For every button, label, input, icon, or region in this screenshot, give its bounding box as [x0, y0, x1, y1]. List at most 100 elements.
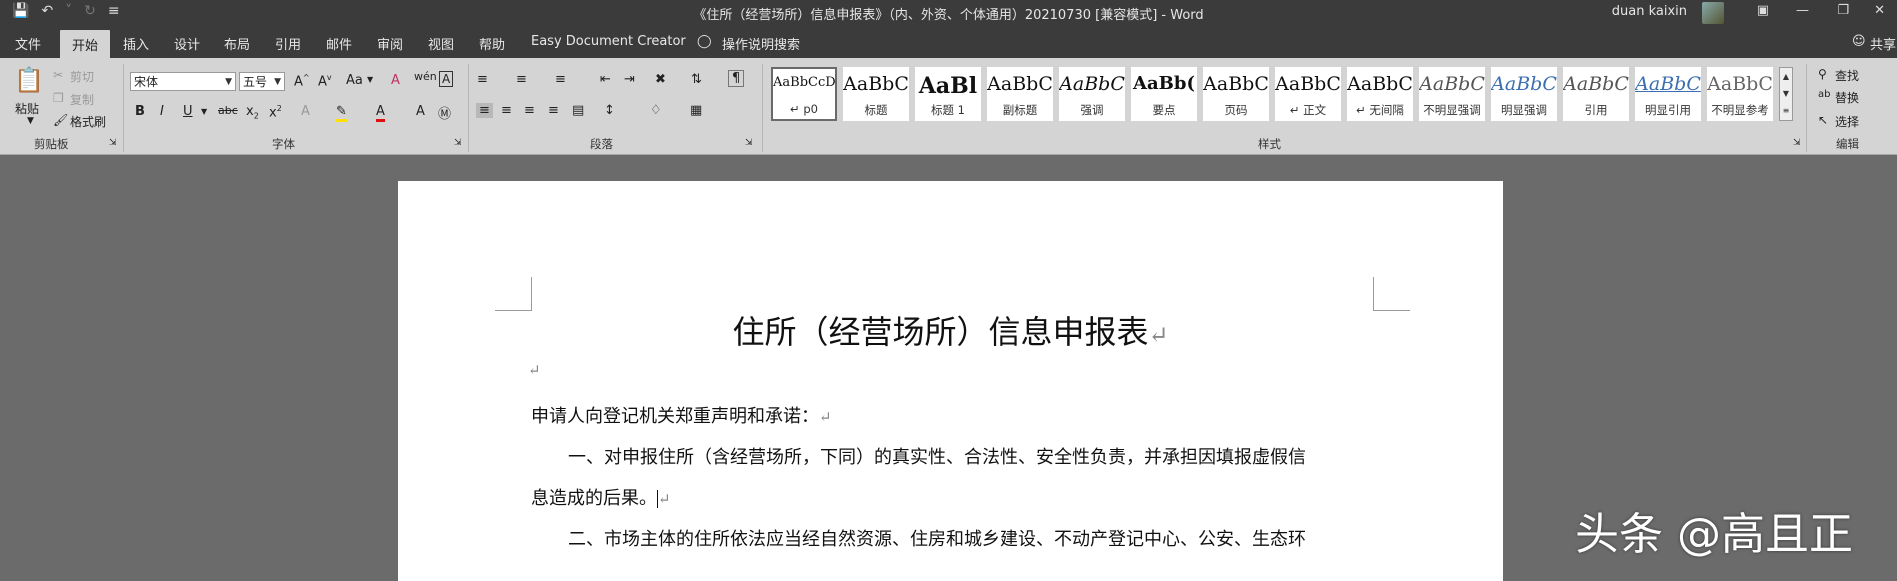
grow-font-icon[interactable]: A^	[294, 73, 310, 89]
tab-help[interactable]: 帮助	[479, 34, 505, 53]
paste-icon[interactable]: 📋	[14, 66, 44, 94]
close-icon[interactable]: ✕	[1874, 3, 1885, 18]
select-icon[interactable]: ↖	[1818, 113, 1828, 127]
chevron-up-icon[interactable]: ▲	[1780, 68, 1792, 85]
distributed-icon[interactable]: ▤	[572, 103, 584, 118]
cut-icon[interactable]: ✂	[53, 68, 63, 82]
document-line[interactable]: 二、市场主体的住所依法应当经自然资源、住房和城乡建设、不动产登记中心、公安、生态…	[568, 525, 1306, 551]
chevron-down-icon[interactable]: ▼	[201, 107, 207, 116]
search-icon[interactable]: ⚲	[1818, 67, 1827, 81]
cut-button[interactable]: 剪切	[70, 68, 94, 85]
document-line[interactable]: 息造成的后果。↵	[531, 484, 671, 510]
tab-easy-document-creator[interactable]: Easy Document Creator	[531, 34, 686, 49]
user-name[interactable]: duan kaixin	[1612, 4, 1687, 19]
justify-icon[interactable]: ≡	[548, 103, 559, 118]
avatar[interactable]	[1702, 2, 1724, 24]
font-size-box[interactable]: 五号 ▼	[239, 72, 285, 91]
chevron-down-icon[interactable]: ▼	[367, 75, 373, 84]
change-case-button[interactable]: Aa	[346, 73, 363, 88]
decrease-indent-icon[interactable]: ⇤	[600, 72, 611, 87]
tell-me-search[interactable]: 操作说明搜索	[722, 34, 800, 53]
paste-button[interactable]: 粘贴	[15, 100, 39, 117]
gallery-scroll[interactable]: ▲ ▼ ≡	[1779, 67, 1793, 121]
style-item[interactable]: AaBbCcDdI ↵ p0	[771, 67, 837, 121]
style-item[interactable]: AaBbC 副标题	[987, 67, 1053, 121]
show-formatting-icon[interactable]: ¶	[728, 70, 745, 87]
style-item[interactable]: AaBbC 引用	[1563, 67, 1629, 121]
style-sample: AaBbC	[1275, 73, 1341, 95]
subscript-icon[interactable]: x2	[246, 104, 259, 121]
style-item[interactable]: AaBbC 明显引用	[1635, 67, 1701, 121]
character-border-icon[interactable]: A	[439, 71, 454, 87]
tab-design[interactable]: 设计	[174, 34, 200, 53]
bold-icon[interactable]: B	[135, 104, 145, 119]
copy-button[interactable]: 复制	[70, 91, 94, 108]
align-center-icon[interactable]: ≡	[501, 103, 512, 118]
style-item[interactable]: AaBbC ↵ 无间隔	[1347, 67, 1413, 121]
style-item[interactable]: AaBbC ↵ 正文	[1275, 67, 1341, 121]
clear-formatting-icon[interactable]: A	[391, 73, 400, 88]
style-item[interactable]: AaBbC 强调	[1059, 67, 1125, 121]
multilevel-list-icon[interactable]: ≡	[555, 72, 566, 87]
underline-icon[interactable]: U	[183, 104, 193, 119]
chinese-layout-icon[interactable]: ✖	[655, 72, 666, 87]
italic-icon[interactable]: I	[160, 104, 164, 119]
phonetic-guide-icon[interactable]: wén	[414, 70, 437, 83]
align-left-icon[interactable]: ≡	[476, 103, 493, 118]
font-color-icon[interactable]: A	[376, 104, 385, 122]
chevron-down-icon[interactable]: ▼	[1780, 85, 1792, 102]
shrink-font-icon[interactable]: Av	[318, 73, 332, 89]
paragraph-launcher-icon[interactable]: ⇲	[745, 138, 753, 148]
copy-icon[interactable]: ❐	[53, 91, 64, 105]
replace-button[interactable]: 替换	[1835, 89, 1859, 106]
style-item[interactable]: AaBbC 明显强调	[1491, 67, 1557, 121]
share-icon[interactable]: ☺	[1852, 34, 1866, 49]
tab-view[interactable]: 视图	[428, 34, 454, 53]
text-effects-icon[interactable]: A	[301, 104, 310, 119]
ribbon-display-icon[interactable]: ▣	[1757, 3, 1769, 18]
styles-launcher-icon[interactable]: ⇲	[1793, 138, 1801, 148]
clipboard-launcher-icon[interactable]: ⇲	[109, 138, 117, 148]
document-page[interactable]: 住所（经营场所）信息申报表↵ ↵ 申请人向登记机关郑重声明和承诺：↵ 一、对申报…	[398, 181, 1503, 581]
tab-insert[interactable]: 插入	[123, 34, 149, 53]
find-button[interactable]: 查找	[1835, 67, 1859, 84]
style-item[interactable]: AaBbC 页码	[1203, 67, 1269, 121]
paste-dropdown-icon[interactable]: ▼	[27, 116, 34, 126]
tab-references[interactable]: 引用	[275, 34, 301, 53]
align-right-icon[interactable]: ≡	[524, 103, 535, 118]
more-icon[interactable]: ≡	[1780, 102, 1792, 119]
document-line[interactable]: 申请人向登记机关郑重声明和承诺：↵	[531, 402, 832, 428]
format-painter-icon[interactable]: 🖌	[53, 113, 68, 127]
style-item[interactable]: AaBbC 不明显强调	[1419, 67, 1485, 121]
sort-icon[interactable]: ⇅	[691, 72, 702, 87]
document-line[interactable]: 一、对申报住所（含经营场所，下同）的真实性、合法性、安全性负责，并承担因填报虚假…	[568, 443, 1306, 469]
bullets-icon[interactable]: ≡	[477, 72, 488, 87]
character-shading-icon[interactable]: A	[416, 104, 425, 119]
tab-layout[interactable]: 布局	[224, 34, 250, 53]
share-button[interactable]: 共享	[1870, 34, 1896, 53]
format-painter-button[interactable]: 格式刷	[70, 113, 106, 130]
restore-icon[interactable]: ❐	[1837, 3, 1849, 18]
minimize-icon[interactable]: —	[1796, 3, 1809, 18]
shading-icon[interactable]: ♢	[650, 103, 662, 118]
style-item[interactable]: AaBbC 标题	[843, 67, 909, 121]
highlight-icon[interactable]: ✎	[336, 104, 347, 122]
borders-icon[interactable]: ▦	[690, 103, 702, 118]
style-item[interactable]: AaBb(要点	[1131, 67, 1197, 121]
tab-mailings[interactable]: 邮件	[326, 34, 352, 53]
font-launcher-icon[interactable]: ⇲	[454, 138, 462, 148]
strikethrough-icon[interactable]: abc	[218, 104, 238, 117]
tab-review[interactable]: 审阅	[377, 34, 403, 53]
tab-file[interactable]: 文件	[15, 34, 41, 53]
enclose-character-icon[interactable]: Ⓜ	[438, 103, 451, 122]
increase-indent-icon[interactable]: ⇥	[624, 72, 635, 87]
font-name-box[interactable]: 宋体 ▼	[130, 72, 236, 91]
style-item[interactable]: AaBbC 不明显参考	[1707, 67, 1773, 121]
numbering-icon[interactable]: ≡	[516, 72, 527, 87]
select-button[interactable]: 选择	[1835, 113, 1859, 130]
style-item[interactable]: AaBl 标题 1	[915, 67, 981, 121]
line-spacing-icon[interactable]: ↕	[604, 103, 615, 118]
document-heading[interactable]: 住所（经营场所）信息申报表↵	[398, 307, 1503, 353]
superscript-icon[interactable]: x2	[269, 104, 282, 120]
replace-icon[interactable]: ab	[1818, 89, 1830, 100]
